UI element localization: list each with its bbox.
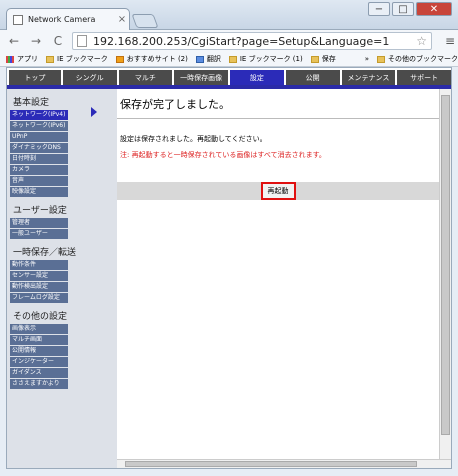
bookmark-label: おすすめサイト (2) <box>126 55 188 63</box>
address-bar[interactable]: 192.168.200.253/CgiStart?page=Setup&Lang… <box>72 32 432 50</box>
tab-title: Network Camera <box>28 15 96 24</box>
bookmark-ie-1[interactable]: IE ブックマーク (1) <box>228 54 303 64</box>
sidebar-item-network-ipv6[interactable]: ネットワーク(IPv6) <box>10 121 68 131</box>
divider <box>117 118 439 119</box>
sidebar-item-conditions[interactable]: 動作条件 <box>10 260 68 270</box>
page-icon <box>13 14 23 25</box>
menu-tab-buffered-images[interactable]: 一時保存画像 <box>174 70 229 85</box>
browser-titlebar: Network Camera × − □ ✕ <box>0 0 458 30</box>
vertical-scrollbar[interactable] <box>439 89 451 459</box>
bookmark-apps[interactable]: アプリ <box>6 54 38 64</box>
bookmark-label: その他のブックマーク <box>388 55 458 63</box>
menu-tab-public[interactable]: 公開 <box>285 70 340 85</box>
web-page: トップ シングル マルチ 一時保存画像 設定 公開 メンテナンス サポート 基本… <box>6 67 452 469</box>
sidebar-item-general-user[interactable]: 一般ユーザー <box>10 229 68 239</box>
sidebar-item-sensor[interactable]: センサー設定 <box>10 271 68 281</box>
close-window-button[interactable]: ✕ <box>416 2 452 16</box>
apps-icon <box>6 55 14 63</box>
restart-button[interactable]: 再起動 <box>260 182 296 200</box>
sidebar-item-upnp[interactable]: UPnP <box>10 132 68 142</box>
bookmark-label: アプリ <box>17 55 38 63</box>
translate-icon <box>195 55 204 63</box>
main-menu: トップ シングル マルチ 一時保存画像 設定 公開 メンテナンス サポート <box>7 68 452 89</box>
menu-tab-top[interactable]: トップ <box>9 70 61 85</box>
site-icon <box>115 55 124 63</box>
new-tab-button[interactable] <box>131 14 159 28</box>
menu-tab-single[interactable]: シングル <box>62 70 117 85</box>
folder-icon <box>228 55 237 63</box>
bookmarks-more-button[interactable]: » <box>365 55 369 63</box>
folder-icon <box>46 55 54 63</box>
menu-tab-maintenance[interactable]: メンテナンス <box>341 70 396 85</box>
sidebar-group-buffer: 一時保存／転送 動作条件 センサー設定 動作検出設定 フレームログ設定 <box>10 245 114 303</box>
sidebar-item-extra[interactable]: ささえますかより <box>10 379 68 389</box>
saved-message: 設定は保存されました。再起動してください。 <box>120 135 267 143</box>
sidebar-item-guidance[interactable]: ガイダンス <box>10 368 68 378</box>
window-controls: − □ ✕ <box>368 2 452 16</box>
tab-close-button[interactable]: × <box>115 14 129 25</box>
sidebar-group-other: その他の設定 画像表示 マルチ画面 公開情報 インジケーター ガイダンス ささえ… <box>10 309 114 389</box>
active-item-arrow-icon <box>91 107 97 117</box>
sidebar-item-public-info[interactable]: 公開情報 <box>10 346 68 356</box>
sidebar-item-ddns[interactable]: ダイナミックDNS <box>10 143 68 153</box>
bookmark-star-icon[interactable]: ☆ <box>416 34 431 48</box>
bookmark-label: 保存 <box>321 55 336 63</box>
main-content: 保存が完了しました。 設定は保存されました。再起動してください。 注: 再起動す… <box>117 89 439 459</box>
bookmark-other[interactable]: その他のブックマーク <box>377 54 458 64</box>
sidebar-item-video[interactable]: 映像設定 <box>10 187 68 197</box>
folder-icon <box>310 55 319 63</box>
sidebar-item-audio[interactable]: 音声 <box>10 176 68 186</box>
sidebar-item-network-ipv4[interactable]: ネットワーク(IPv4) <box>10 110 68 120</box>
sidebar-item-motion[interactable]: 動作検出設定 <box>10 282 68 292</box>
menu-tab-settings[interactable]: 設定 <box>230 70 284 85</box>
menu-tab-multi[interactable]: マルチ <box>118 70 173 85</box>
sidebar-heading: 基本設定 <box>13 98 50 108</box>
bookmark-ie[interactable]: IE ブックマーク <box>46 54 108 64</box>
scroll-thumb[interactable] <box>125 461 417 467</box>
folder-icon <box>377 55 385 63</box>
sidebar-item-multi-screen[interactable]: マルチ画面 <box>10 335 68 345</box>
maximize-button[interactable]: □ <box>392 2 414 16</box>
page-info-icon[interactable] <box>77 35 87 47</box>
horizontal-scrollbar[interactable] <box>117 459 451 468</box>
browser-toolbar: ← → C 192.168.200.253/CgiStart?page=Setu… <box>0 30 458 52</box>
page-title: 保存が完了しました。 <box>120 98 230 111</box>
sidebar-heading: 一時保存／転送 <box>13 248 77 258</box>
bookmarks-bar: アプリ IE ブックマーク おすすめサイト (2) 翻訳 IE ブックマーク (… <box>0 52 458 67</box>
back-icon[interactable]: ← <box>6 34 22 48</box>
browser-tab[interactable]: Network Camera × <box>6 8 130 30</box>
settings-sidebar: 基本設定 ネットワーク(IPv4) ネットワーク(IPv6) UPnP ダイナミ… <box>7 89 117 468</box>
bookmark-translate[interactable]: 翻訳 <box>195 54 221 64</box>
minimize-button[interactable]: − <box>368 2 390 16</box>
sidebar-group-users: ユーザー設定 管理者 一般ユーザー <box>10 203 114 239</box>
sidebar-item-admin[interactable]: 管理者 <box>10 218 68 228</box>
bookmark-label: IE ブックマーク <box>57 55 108 63</box>
sidebar-item-frame-log[interactable]: フレームログ設定 <box>10 293 68 303</box>
url-text[interactable]: 192.168.200.253/CgiStart?page=Setup&Lang… <box>93 35 416 48</box>
bookmark-label: 翻訳 <box>206 55 221 63</box>
warning-message: 注: 再起動すると一時保存されている画像はすべて消去されます。 <box>120 151 326 159</box>
sidebar-item-indicator[interactable]: インジケーター <box>10 357 68 367</box>
browser-menu-icon[interactable]: ≡ <box>442 34 458 48</box>
sidebar-item-image-display[interactable]: 画像表示 <box>10 324 68 334</box>
reload-icon[interactable]: C <box>50 34 66 48</box>
sidebar-item-datetime[interactable]: 日付時刻 <box>10 154 68 164</box>
sidebar-group-basic: 基本設定 ネットワーク(IPv4) ネットワーク(IPv6) UPnP ダイナミ… <box>10 95 114 197</box>
bookmark-recommended[interactable]: おすすめサイト (2) <box>115 54 188 64</box>
sidebar-heading: その他の設定 <box>13 312 68 322</box>
bookmark-label: IE ブックマーク (1) <box>239 55 303 63</box>
forward-icon[interactable]: → <box>28 34 44 48</box>
sidebar-heading: ユーザー設定 <box>13 206 67 216</box>
sidebar-item-camera[interactable]: カメラ <box>10 165 68 175</box>
restart-bar: 再起動 <box>117 182 439 200</box>
scroll-thumb[interactable] <box>441 95 450 435</box>
bookmark-save[interactable]: 保存 <box>310 54 336 64</box>
menu-tab-support[interactable]: サポート <box>397 70 452 85</box>
